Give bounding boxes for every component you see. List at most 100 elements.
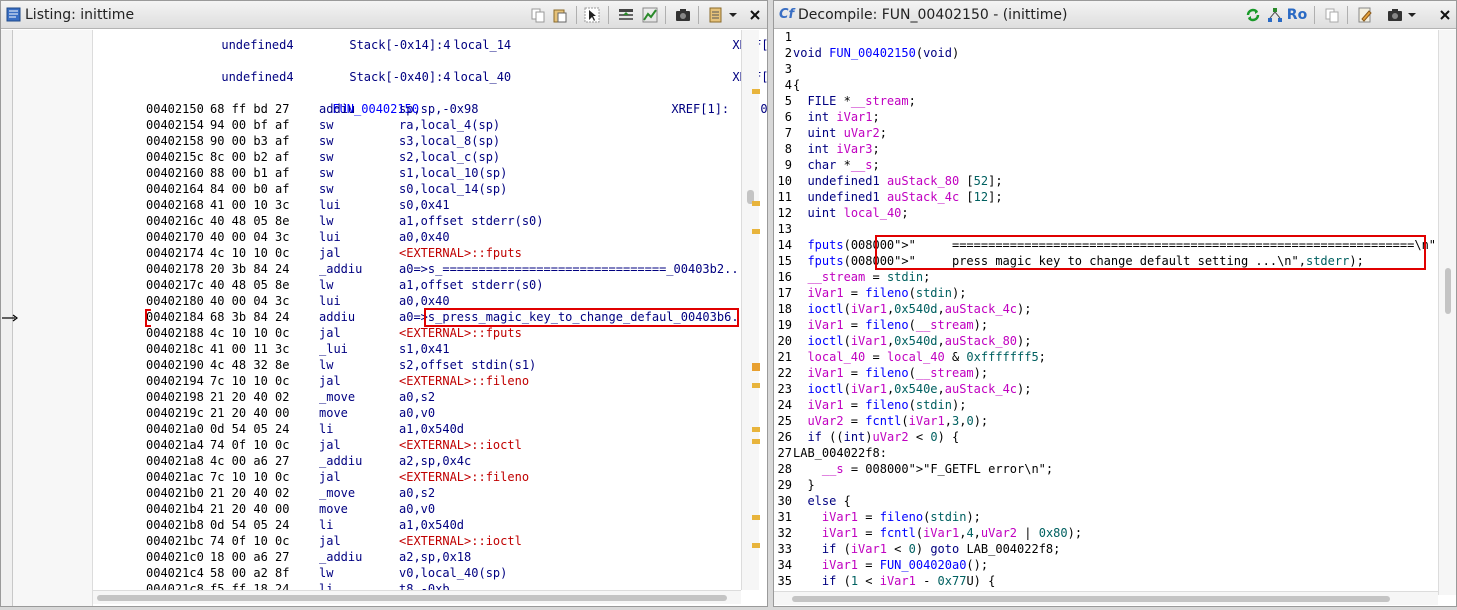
code-line[interactable]: int iVar1; <box>793 109 879 125</box>
instruction-address[interactable]: 00402184 <box>146 309 204 325</box>
instruction-mnemonic[interactable]: jal <box>319 533 341 549</box>
code-line[interactable]: int iVar3; <box>793 141 879 157</box>
code-line[interactable]: if (iVar1 < 0) goto LAB_004022f8; <box>793 541 1060 557</box>
instruction-mnemonic[interactable]: sw <box>319 165 333 181</box>
instruction-operands[interactable]: a1,0x540d <box>399 517 464 533</box>
instruction-address[interactable]: 00402188 <box>146 325 204 341</box>
instruction-operands[interactable]: a1,offset stderr(s0) <box>399 277 544 293</box>
code-line[interactable]: __s = 008000">"F_GETFL error\n"; <box>793 461 1053 477</box>
instruction-address[interactable]: 004021b8 <box>146 517 204 533</box>
snapshot-icon[interactable] <box>1386 6 1404 24</box>
code-line[interactable]: iVar1 = FUN_004020a0(); <box>793 557 988 573</box>
code-line[interactable]: if ((int)uVar2 < 0) { <box>793 429 959 445</box>
instruction-address[interactable]: 00402164 <box>146 181 204 197</box>
instruction-mnemonic[interactable]: jal <box>319 245 341 261</box>
listing-hscroll-thumb[interactable] <box>97 595 727 601</box>
instruction-address[interactable]: 0040219c <box>146 405 204 421</box>
code-line[interactable]: fputs(008000">" press magic key to chang… <box>793 253 1363 269</box>
instruction-mnemonic[interactable]: addiu <box>319 309 355 325</box>
code-line[interactable]: uint local_40; <box>793 205 908 221</box>
instruction-operands[interactable]: a1,0x540d <box>399 421 464 437</box>
code-line[interactable]: uint uVar2; <box>793 125 887 141</box>
instruction-address[interactable]: 004021a0 <box>146 421 204 437</box>
instruction-address[interactable]: 00402194 <box>146 373 204 389</box>
function-label[interactable]: FUN_00402150 <box>289 85 419 116</box>
instruction-operands[interactable]: v0,local_40(sp) <box>399 565 507 581</box>
instruction-mnemonic[interactable]: addiu <box>319 101 355 117</box>
instruction-mnemonic[interactable]: lui <box>319 293 341 309</box>
chevron-down-icon[interactable] <box>1406 6 1418 24</box>
function-graph-icon[interactable] <box>1266 6 1284 24</box>
instruction-mnemonic[interactable]: sw <box>319 133 333 149</box>
instruction-mnemonic[interactable]: _lui <box>319 341 348 357</box>
instruction-address[interactable]: 00402168 <box>146 197 204 213</box>
instruction-operands[interactable]: a0=>s_press_magic_key_to_change_defaul_0… <box>399 309 753 325</box>
instruction-address[interactable]: 004021c0 <box>146 549 204 565</box>
instruction-address[interactable]: 0040216c <box>146 213 204 229</box>
instruction-operands[interactable]: a2,sp,0x18 <box>399 549 471 565</box>
close-icon[interactable] <box>1436 6 1454 24</box>
instruction-mnemonic[interactable]: lw <box>319 277 333 293</box>
instruction-mnemonic[interactable]: _addiu <box>319 549 362 565</box>
code-line[interactable]: iVar1 = fileno(stdin); <box>793 285 966 301</box>
instruction-address[interactable]: 00402170 <box>146 229 204 245</box>
instruction-operands[interactable]: s0,local_14(sp) <box>399 181 507 197</box>
instruction-operands[interactable]: <EXTERNAL>::fputs <box>399 325 522 341</box>
instruction-address[interactable]: 004021c4 <box>146 565 204 581</box>
decompile-vertical-scrollbar[interactable] <box>1438 30 1456 595</box>
code-line[interactable]: char *__s; <box>793 157 879 173</box>
code-line[interactable]: ioctl(iVar1,0x540d,auStack_4c); <box>793 301 1031 317</box>
instruction-mnemonic[interactable]: lw <box>319 357 333 373</box>
copy-icon[interactable] <box>1323 6 1341 24</box>
instruction-mnemonic[interactable]: sw <box>319 181 333 197</box>
instruction-address[interactable]: 00402190 <box>146 357 204 373</box>
code-line[interactable]: else { <box>793 493 850 509</box>
code-line[interactable]: iVar1 = fileno(stdin); <box>793 397 966 413</box>
instruction-operands[interactable]: a0,0x40 <box>399 293 450 309</box>
instruction-operands[interactable]: s2,local_c(sp) <box>399 149 500 165</box>
instruction-address[interactable]: 004021bc <box>146 533 204 549</box>
code-line[interactable]: uVar2 = fcntl(iVar1,3,0); <box>793 413 988 429</box>
instruction-operands[interactable]: <EXTERNAL>::fileno <box>399 373 529 389</box>
code-line[interactable]: FILE *__stream; <box>793 93 915 109</box>
code-line[interactable]: } <box>793 477 814 493</box>
instruction-address[interactable]: 004021a4 <box>146 437 204 453</box>
read-only-toggle[interactable]: Ro <box>1286 6 1308 24</box>
decompile-scroll-thumb[interactable] <box>1445 268 1451 314</box>
decompile-hscroll-thumb[interactable] <box>792 596 1390 602</box>
instruction-address[interactable]: 00402150 <box>146 101 204 117</box>
instruction-mnemonic[interactable]: lw <box>319 213 333 229</box>
instruction-mnemonic[interactable]: move <box>319 501 348 517</box>
instruction-operands[interactable]: a0=>s_===============================_00… <box>399 261 746 277</box>
instruction-operands[interactable]: a0,s2 <box>399 389 435 405</box>
instruction-mnemonic[interactable]: _move <box>319 485 355 501</box>
instruction-address[interactable]: 004021a8 <box>146 453 204 469</box>
instruction-address[interactable]: 00402174 <box>146 245 204 261</box>
instruction-mnemonic[interactable]: li <box>319 517 333 533</box>
code-line[interactable]: local_40 = local_40 & 0xfffffff5; <box>793 349 1045 365</box>
instruction-mnemonic[interactable]: jal <box>319 325 341 341</box>
code-line[interactable]: ioctl(iVar1,0x540d,auStack_80); <box>793 333 1031 349</box>
code-line[interactable]: fputs(008000">" ========================… <box>793 237 1438 253</box>
instruction-operands[interactable]: s1,local_10(sp) <box>399 165 507 181</box>
code-line[interactable]: void FUN_00402150(void) <box>793 45 959 61</box>
code-line[interactable]: iVar1 = fileno(__stream); <box>793 317 988 333</box>
instruction-operands[interactable]: <EXTERNAL>::fputs <box>399 245 522 261</box>
instruction-address[interactable]: 0040217c <box>146 277 204 293</box>
code-line[interactable]: iVar1 = fcntl(iVar1,4,uVar2 | 0x80); <box>793 525 1082 541</box>
instruction-address[interactable]: 00402178 <box>146 261 204 277</box>
code-line[interactable]: LAB_004022f8: <box>793 445 887 461</box>
instruction-mnemonic[interactable]: jal <box>319 373 341 389</box>
code-line[interactable]: undefined1 auStack_80 [52]; <box>793 173 1002 189</box>
instruction-mnemonic[interactable]: lui <box>319 197 341 213</box>
instruction-operands[interactable]: a0,s2 <box>399 485 435 501</box>
instruction-mnemonic[interactable]: li <box>319 421 333 437</box>
code-line[interactable]: iVar1 = fileno(__stream); <box>793 365 988 381</box>
code-line[interactable]: ioctl(iVar1,0x540e,auStack_4c); <box>793 381 1031 397</box>
instruction-mnemonic[interactable]: sw <box>319 149 333 165</box>
instruction-operands[interactable]: s3,local_8(sp) <box>399 133 500 149</box>
code-line[interactable]: if (1 < iVar1 - 0x77U) { <box>793 573 995 589</box>
decompile-horizontal-scrollbar[interactable] <box>774 591 1438 605</box>
instruction-mnemonic[interactable]: _move <box>319 389 355 405</box>
instruction-mnemonic[interactable]: lw <box>319 565 333 581</box>
